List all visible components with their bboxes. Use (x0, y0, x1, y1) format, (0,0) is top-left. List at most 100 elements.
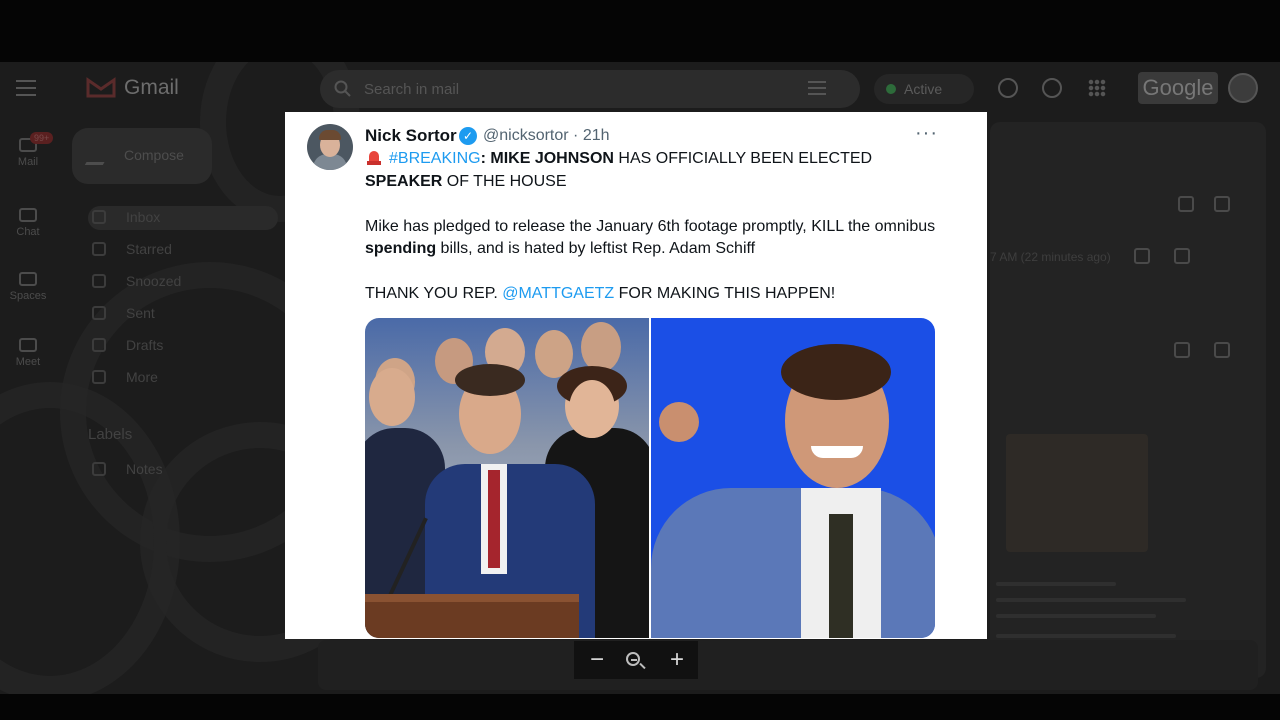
drive-icon[interactable] (1214, 342, 1230, 358)
compose-button[interactable]: Compose (72, 128, 212, 184)
mention-link[interactable]: @MATTGAETZ (502, 285, 614, 302)
nav-label: Sent (126, 305, 155, 321)
author-name[interactable]: Nick Sortor (365, 126, 457, 146)
reply-icon[interactable] (1174, 248, 1190, 264)
nav-label: Inbox (126, 209, 161, 225)
raised-fist (659, 402, 699, 442)
magnifier-icon[interactable] (626, 652, 640, 666)
nav-label: Notes (126, 461, 163, 477)
nav-label: Drafts (126, 337, 164, 353)
photo-gaetz[interactable] (651, 318, 935, 638)
bold-name: MIKE JOHNSON (490, 150, 614, 167)
jacket (651, 488, 935, 638)
speaker-hair (455, 364, 525, 396)
status-selector[interactable]: Active (874, 74, 974, 104)
nav-label: More (126, 369, 158, 385)
open-in-new-icon[interactable] (1214, 196, 1230, 212)
video-icon (19, 338, 37, 352)
tweet-card[interactable]: Nick Sortor ✓ @nicksortor · 21h ··· #BRE… (285, 112, 987, 639)
crowd-head (369, 368, 415, 426)
reading-pane: 7 AM (22 minutes ago) (990, 122, 1266, 678)
clock-icon (92, 274, 106, 288)
tweet-text: #BREAKING: MIKE JOHNSON HAS OFFICIALLY B… (365, 148, 955, 328)
status-dot (886, 84, 896, 94)
filter-icon[interactable] (808, 81, 826, 95)
rail-label: Meet (15, 356, 41, 368)
nav-sent[interactable]: Sent (88, 302, 278, 326)
photo-speaker-podium[interactable] (365, 318, 649, 638)
account-avatar[interactable] (1228, 73, 1258, 103)
hashtag-link[interactable]: #BREAKING (389, 150, 481, 167)
unread-badge: 99+ (30, 132, 54, 144)
search-bar[interactable]: Search in mail (320, 70, 860, 108)
rail-label: Mail (17, 156, 39, 168)
message-list-strip (318, 640, 1258, 690)
label-icon (92, 462, 106, 476)
apps-grid-icon[interactable] (1088, 79, 1106, 97)
nav-drafts[interactable]: Drafts (88, 334, 278, 358)
help-icon[interactable] (998, 78, 1018, 98)
podium (365, 594, 579, 638)
bold-spending: spending (365, 240, 437, 257)
speaker-tie (488, 470, 500, 568)
text-span: : (480, 150, 491, 167)
rail-spaces[interactable]: Spaces (0, 272, 56, 302)
attachment-thumbnail[interactable] (1006, 434, 1148, 552)
rail-mail[interactable]: 99+ Mail (0, 132, 56, 168)
search-icon[interactable] (334, 80, 352, 98)
verified-badge-icon: ✓ (459, 127, 477, 145)
gmail-top-bar: Gmail Search in mail Active Google (0, 62, 1280, 114)
screen: Gmail Search in mail Active Google 99+ M… (0, 0, 1280, 720)
crowd-head (581, 322, 621, 372)
chevron-down-icon (92, 370, 106, 384)
hair (781, 344, 891, 400)
message-time: 7 AM (22 minutes ago) (990, 250, 1111, 264)
compose-label: Compose (124, 147, 184, 163)
tweet-paragraph: Mike has pledged to release the January … (365, 216, 955, 261)
zoom-in-button[interactable]: + (662, 645, 692, 675)
status-label: Active (904, 81, 943, 97)
text-span: OF THE HOUSE (442, 172, 567, 190)
star-icon[interactable] (1134, 248, 1150, 264)
text-line (996, 598, 1186, 602)
tweet-paragraph: #BREAKING: MIKE JOHNSON HAS OFFICIALLY B… (365, 148, 955, 193)
gear-icon[interactable] (1042, 78, 1062, 98)
nav-label: Starred (126, 241, 172, 257)
zoom-out-button[interactable]: − (582, 645, 612, 675)
print-icon[interactable] (1178, 196, 1194, 212)
text-span: FOR MAKING THIS HAPPEN! (614, 285, 836, 302)
avatar-hair (319, 130, 341, 140)
rail-label: Spaces (9, 290, 47, 302)
more-options-icon[interactable]: ··· (915, 122, 938, 145)
crowd-head (569, 380, 615, 438)
tweet-paragraph: THANK YOU REP. @MATTGAETZ FOR MAKING THI… (365, 283, 955, 306)
nav-label: Snoozed (126, 273, 182, 289)
author-avatar[interactable] (307, 124, 353, 170)
download-icon[interactable] (1174, 342, 1190, 358)
gmail-wordmark: Gmail (124, 76, 179, 99)
rail-chat[interactable]: Chat (0, 208, 56, 238)
label-notes[interactable]: Notes (88, 458, 278, 482)
search-input[interactable]: Search in mail (364, 81, 459, 98)
send-icon (92, 306, 106, 320)
siren-icon (365, 149, 383, 165)
text-span: Mike has pledged to release the January … (365, 217, 936, 235)
menu-icon[interactable] (16, 80, 36, 96)
tie (829, 514, 853, 638)
draft-icon (92, 338, 106, 352)
nav-more[interactable]: More (88, 366, 278, 390)
google-logo[interactable]: Google (1138, 72, 1218, 104)
zoom-toolbar: − + (574, 641, 698, 679)
nav-starred[interactable]: Starred (88, 238, 278, 262)
text-line (996, 634, 1176, 638)
nav-snoozed[interactable]: Snoozed (88, 270, 278, 294)
smile (811, 446, 863, 458)
rail-label: Chat (16, 226, 40, 238)
nav-inbox[interactable]: Inbox (88, 206, 278, 230)
author-handle-time[interactable]: @nicksortor · 21h (483, 127, 610, 145)
tweet-media[interactable] (365, 318, 935, 638)
text-line (996, 582, 1116, 586)
chat-icon (19, 208, 37, 222)
rail-meet[interactable]: Meet (0, 338, 56, 368)
pencil-icon (84, 147, 114, 165)
